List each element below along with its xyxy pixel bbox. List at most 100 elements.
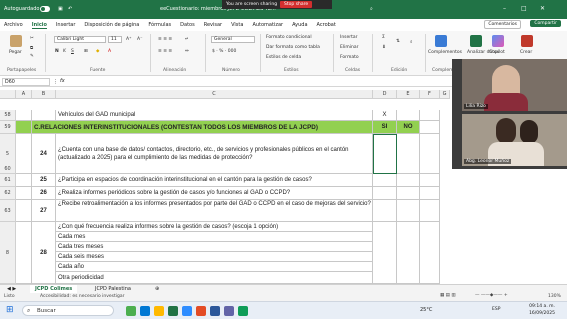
chrome-icon[interactable] bbox=[238, 306, 248, 316]
column-header-f[interactable]: F bbox=[420, 90, 440, 99]
taskbar-search[interactable]: ⌕ Buscar bbox=[22, 305, 114, 316]
italic-icon[interactable]: K bbox=[63, 49, 66, 54]
fill-icon[interactable]: ⬇ bbox=[382, 45, 386, 50]
add-ins-icon[interactable] bbox=[435, 35, 447, 47]
question-text[interactable]: ¿Cuenta con una base de datos/ contactos… bbox=[56, 134, 373, 174]
copilot-button[interactable]: Copilot bbox=[489, 50, 505, 55]
file-explorer-icon[interactable] bbox=[154, 306, 164, 316]
row-header[interactable]: 60 bbox=[0, 164, 16, 174]
undo-icon[interactable]: ↶ bbox=[68, 6, 72, 12]
view-icons[interactable]: ▦ ▤ ▥ bbox=[440, 293, 456, 298]
column-header-b[interactable]: B bbox=[32, 90, 56, 99]
column-header-c[interactable]: C bbox=[56, 90, 373, 99]
number-format-select[interactable]: General bbox=[211, 36, 255, 43]
align-left-icon[interactable]: ≡ ≡ ≡ bbox=[158, 49, 172, 54]
format-as-table-button[interactable]: Dar formato como tabla bbox=[266, 45, 320, 50]
minimize-icon[interactable]: – bbox=[503, 5, 506, 12]
cell-d[interactable]: X bbox=[373, 110, 397, 121]
cell-e[interactable] bbox=[397, 222, 420, 284]
fill-color-icon[interactable]: ◆ bbox=[96, 49, 99, 54]
format-cells-button[interactable]: Formato bbox=[340, 55, 359, 60]
search-icon[interactable]: ⌕ bbox=[370, 6, 373, 12]
complements-button[interactable]: Complementos bbox=[428, 50, 462, 55]
language-indicator[interactable]: ESP bbox=[492, 307, 500, 312]
format-painter-icon[interactable]: ✎ bbox=[30, 54, 34, 59]
cell-e[interactable] bbox=[397, 110, 420, 121]
tab-disposicion[interactable]: Disposición de página bbox=[84, 22, 139, 28]
analyze-data-icon[interactable] bbox=[470, 35, 482, 47]
row-header[interactable]: 63 bbox=[0, 200, 16, 222]
tab-insertar[interactable]: Insertar bbox=[56, 22, 75, 28]
cell-a[interactable] bbox=[16, 121, 32, 134]
cell-styles-button[interactable]: Estilos de celda bbox=[266, 55, 301, 60]
cell-e[interactable] bbox=[397, 200, 420, 222]
cell-a[interactable] bbox=[16, 174, 32, 187]
tab-acrobat[interactable]: Acrobat bbox=[317, 22, 336, 28]
cell-d[interactable] bbox=[373, 200, 397, 222]
paste-icon[interactable] bbox=[10, 35, 22, 47]
close-icon[interactable]: ✕ bbox=[540, 5, 545, 12]
question-text[interactable]: ¿Realiza informes periódicos sobre la ge… bbox=[56, 187, 373, 200]
row-header[interactable]: 8 bbox=[0, 222, 16, 284]
column-header-e[interactable]: E bbox=[397, 90, 420, 99]
wrap-text-icon[interactable]: ↵ bbox=[185, 37, 189, 42]
tab-datos[interactable]: Datos bbox=[180, 22, 195, 28]
cell-f[interactable] bbox=[420, 200, 440, 222]
tab-ayuda[interactable]: Ayuda bbox=[292, 22, 307, 28]
question-text[interactable]: ¿Con qué frecuencia realiza informes sob… bbox=[56, 222, 373, 232]
cell-f[interactable] bbox=[420, 222, 440, 284]
borders-icon[interactable]: ⊞ bbox=[84, 49, 88, 54]
maximize-icon[interactable]: □ bbox=[521, 5, 527, 12]
option-cell[interactable]: Cada año bbox=[56, 262, 373, 272]
cell-f[interactable] bbox=[420, 134, 440, 174]
create-button[interactable]: Crear bbox=[520, 50, 532, 55]
insert-cells-button[interactable]: Insertar bbox=[340, 35, 358, 40]
tab-automatizar[interactable]: Automatizar bbox=[252, 22, 283, 28]
question-text[interactable]: ¿Recibe retroalimentación a los informes… bbox=[56, 200, 373, 222]
cell-a[interactable] bbox=[16, 187, 32, 200]
question-number[interactable]: 27 bbox=[32, 200, 56, 222]
tab-archivo[interactable]: Archivo bbox=[4, 22, 23, 28]
app-icon[interactable] bbox=[140, 306, 150, 316]
autosum-icon[interactable]: Σ bbox=[382, 35, 385, 40]
cell-a[interactable] bbox=[16, 134, 32, 174]
word-icon[interactable] bbox=[210, 306, 220, 316]
clock-date[interactable]: 16/09/2025 bbox=[529, 311, 555, 316]
cell-a[interactable] bbox=[16, 200, 32, 222]
cell-e[interactable] bbox=[397, 174, 420, 187]
question-number[interactable]: 28 bbox=[32, 222, 56, 284]
cell-f[interactable] bbox=[420, 174, 440, 187]
accessibility-status[interactable]: Accesibilidad: es necesario investigar bbox=[40, 294, 125, 299]
autosave-toggle[interactable] bbox=[40, 6, 50, 12]
row-header[interactable]: 61 bbox=[0, 174, 16, 187]
excel-icon[interactable] bbox=[168, 306, 178, 316]
zoom-level[interactable]: 130% bbox=[548, 294, 561, 299]
cell-e[interactable] bbox=[397, 134, 420, 174]
cell-c[interactable]: Vehículos del GAD municipal bbox=[56, 110, 373, 121]
tab-revisar[interactable]: Revisar bbox=[204, 22, 222, 28]
stop-share-button[interactable]: Stop share bbox=[280, 1, 313, 8]
align-top-icon[interactable]: ≡ ≡ ≡ bbox=[158, 37, 172, 42]
cancel-icon[interactable]: ⋮ bbox=[53, 79, 58, 85]
cell-a[interactable] bbox=[16, 222, 32, 284]
video-tile-2[interactable]: Abg. Leonor Muñoz bbox=[462, 114, 567, 166]
question-number[interactable]: 25 bbox=[32, 174, 56, 187]
zoom-app-icon[interactable] bbox=[182, 306, 192, 316]
app-icon[interactable] bbox=[126, 306, 136, 316]
tab-formulas[interactable]: Fórmulas bbox=[148, 22, 171, 28]
bold-icon[interactable]: N bbox=[55, 49, 59, 54]
question-text[interactable]: ¿Participa en espacios de coordinación i… bbox=[56, 174, 373, 187]
formula-input[interactable] bbox=[72, 78, 452, 86]
tab-vista[interactable]: Vista bbox=[231, 22, 243, 28]
row-header[interactable]: 62 bbox=[0, 187, 16, 200]
cell-d[interactable] bbox=[373, 222, 397, 284]
option-cell[interactable]: Cada tres meses bbox=[56, 242, 373, 252]
merge-cells-icon[interactable]: ⇔ bbox=[185, 49, 189, 54]
video-tile-1[interactable]: Lilia Rizo bbox=[462, 59, 567, 111]
find-icon[interactable]: ⌕ bbox=[410, 39, 413, 45]
fx-icon[interactable]: fx bbox=[60, 78, 65, 84]
copy-icon[interactable]: ⧉ bbox=[30, 45, 33, 51]
question-number[interactable]: 24 bbox=[32, 134, 56, 174]
cell-d-header[interactable]: SI bbox=[373, 121, 397, 134]
cell-b[interactable] bbox=[32, 110, 56, 121]
